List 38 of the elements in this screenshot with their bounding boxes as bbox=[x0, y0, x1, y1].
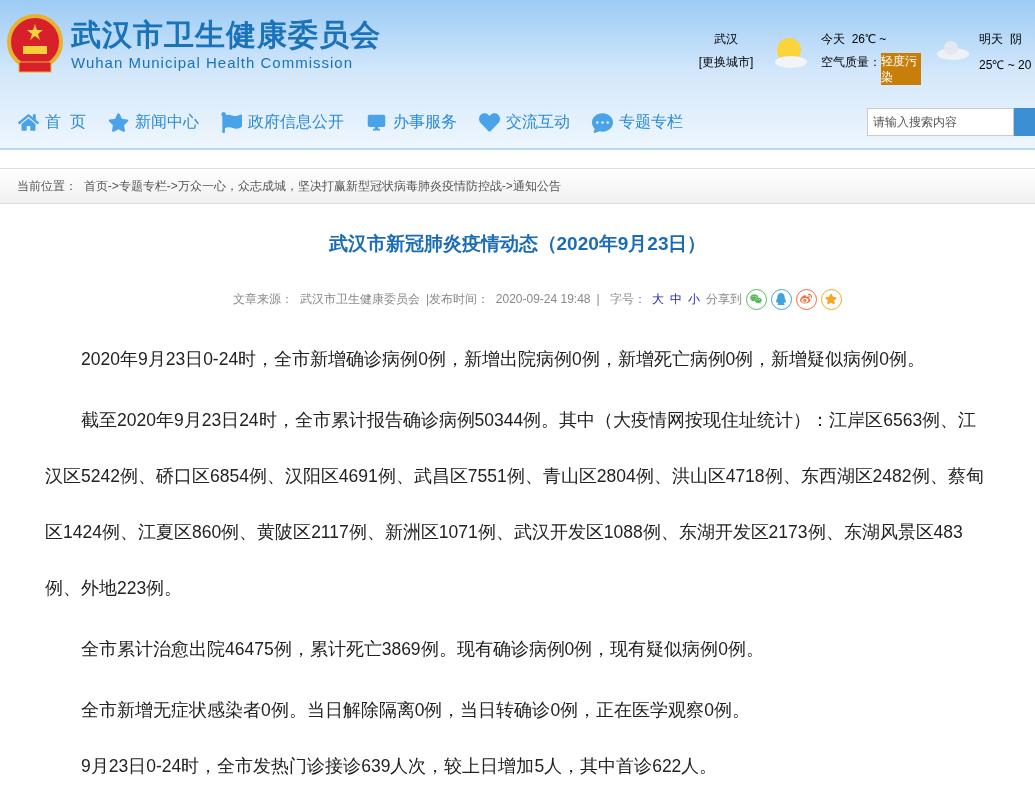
emblem-icon bbox=[7, 14, 63, 74]
nav-link[interactable]: 办事服务 bbox=[365, 110, 457, 134]
air-quality-label: 空气质量： bbox=[821, 54, 881, 71]
star-icon bbox=[107, 111, 129, 133]
flag-icon bbox=[220, 111, 242, 133]
change-city-link[interactable]: [更换城市] bbox=[698, 53, 754, 71]
heart-icon bbox=[478, 111, 500, 133]
search-input[interactable]: 请输入搜索内容 bbox=[867, 108, 1014, 136]
article-paragraph: 截至2020年9月23日24时，全市累计报告确诊病例50344例。其中（大疫情网按现住址统计）：江岸区6563例、江汉区5242例、硚口区6854例、汉阳区4691例、武昌区7551例、青山区2804例、洪山区4718例、东西湖区2482例、蔡甸区1424例、江夏区860例、黄陂区2117例、新洲区1071例、武汉开发区1088例、东湖开发区2173例、东湖风景区483例、外地223例。 bbox=[45, 408, 985, 600]
font-size-link[interactable]: 中 bbox=[669, 290, 682, 308]
font-size-label: | 字号： bbox=[596, 291, 646, 308]
publish-time: |发布时间： 2020-09-24 19:48 bbox=[426, 291, 591, 308]
article-source: 文章来源： 武汉市卫生健康委员会 bbox=[233, 291, 420, 308]
article-paragraph: 9月23日0-24时，全市发热门诊接诊639人次，较上日增加5人，其中首诊622人。 bbox=[80, 754, 719, 778]
today-weather: 今天 26℃ ~ bbox=[821, 31, 888, 48]
air-quality-badge: 轻度污染 bbox=[881, 53, 921, 85]
nav-link[interactable]: 交流互动 bbox=[478, 110, 570, 134]
article-paragraph: 全市新增无症状感染者0例。当日解除隔离0例，当日转确诊0例，正在医学观察0例。 bbox=[80, 698, 751, 722]
site-subtitle: Wuhan Municipal Health Commission bbox=[71, 54, 354, 72]
font-size-link[interactable]: 小 bbox=[687, 290, 700, 308]
article-title: 武汉市新冠肺炎疫情动态（2020年9月23日） bbox=[328, 232, 707, 256]
font-size-link[interactable]: 大 bbox=[651, 290, 664, 308]
share-label: 分享到 bbox=[705, 291, 742, 308]
nav-link[interactable]: 首 页 bbox=[18, 110, 86, 134]
nav-link[interactable]: 新闻中心 bbox=[107, 110, 199, 134]
wechat-icon bbox=[750, 293, 763, 305]
home-icon bbox=[18, 111, 39, 133]
tomorrow-weather: 明天 阴 bbox=[979, 31, 1023, 48]
nav-link[interactable]: 政府信息公开 bbox=[220, 110, 344, 134]
nav-link[interactable]: 专题专栏 bbox=[591, 110, 683, 134]
cloud-icon bbox=[935, 38, 971, 62]
chat-icon bbox=[591, 111, 613, 133]
breadcrumb: 当前位置： 首页->专题专栏->万众一心，众志成城，坚决打赢新型冠状病毒肺炎疫情防控战->通知公告 bbox=[17, 178, 561, 195]
article-paragraph: 2020年9月23日0-24时，全市新增确诊病例0例，新增出院病例0例，新增死亡病例0例，新增疑似病例0例。 bbox=[80, 347, 927, 371]
tomorrow-temperature: 25℃ ~ 20 bbox=[979, 57, 1033, 74]
article-paragraph: 全市累计治愈出院46475例，累计死亡3869例。现有确诊病例0例，现有疑似病例0例。 bbox=[80, 637, 766, 661]
site-title: 武汉市卫生健康委员会 bbox=[71, 17, 381, 53]
city-name: 武汉 bbox=[714, 31, 738, 48]
